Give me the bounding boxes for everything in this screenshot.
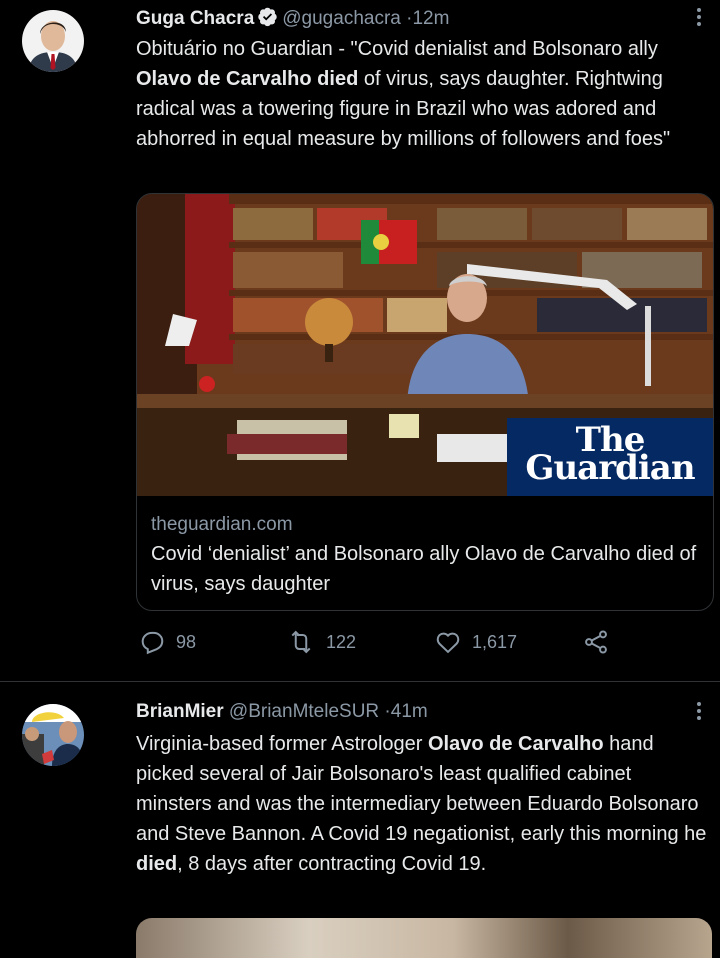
tweet-header: BrianMier @BrianMteleSUR ·41m xyxy=(136,700,428,724)
retweet-icon xyxy=(291,630,311,654)
tweet-text-part: , 8 days after contracting Covid 19. xyxy=(177,853,487,875)
guardian-logo: The Guardian xyxy=(507,418,713,496)
tweet-text-part: Obituário no Guardian - "Covid denialist… xyxy=(136,38,658,60)
like-icon xyxy=(436,632,460,654)
reply-count: 98 xyxy=(176,631,197,652)
tweet-text-bold: died xyxy=(136,853,178,875)
tweet[interactable]: BrianMier @BrianMteleSUR ·41m Virginia-b… xyxy=(0,684,720,940)
card-domain: theguardian.com xyxy=(151,514,293,535)
tweet-text-bold: Olavo de Carvalho xyxy=(428,733,604,755)
timestamp[interactable]: 41m xyxy=(391,701,428,722)
tweet-text-part: Virginia-based former Astrologer xyxy=(136,733,428,755)
tweet-text: Virginia-based former Astrologer Olavo d… xyxy=(136,729,708,879)
tweet-header: Guga Chacra @gugachacra ·12m xyxy=(136,6,449,34)
display-name[interactable]: BrianMier xyxy=(136,701,224,722)
more-icon[interactable] xyxy=(696,702,702,723)
avatar[interactable] xyxy=(22,704,84,766)
display-name[interactable]: Guga Chacra xyxy=(136,8,254,29)
timestamp[interactable]: 12m xyxy=(412,8,449,29)
share-icon xyxy=(585,630,607,654)
tweet-divider xyxy=(0,681,720,682)
like-button[interactable]: 1,617 xyxy=(434,628,517,656)
reply-icon xyxy=(141,631,164,655)
action-bar: 98 122 1,617 xyxy=(136,628,696,664)
tweet[interactable]: Guga Chacra @gugachacra ·12m Obituário no… xyxy=(0,0,720,680)
more-icon[interactable] xyxy=(696,8,702,29)
tweet-text: Obituário no Guardian - "Covid denialist… xyxy=(136,34,708,154)
card-title: Covid ‘denialist’ and Bolsonaro ally Ola… xyxy=(151,543,697,595)
user-handle[interactable]: @BrianMteleSUR xyxy=(229,701,379,722)
link-card[interactable]: The Guardian theguardian.com Covid ‘deni… xyxy=(136,193,714,611)
logo-line: Guardian xyxy=(525,448,695,488)
retweet-count: 122 xyxy=(326,631,357,652)
retweet-button[interactable]: 122 xyxy=(286,628,356,656)
like-count: 1,617 xyxy=(472,631,518,652)
user-handle[interactable]: @gugachacra xyxy=(282,8,401,29)
verified-badge-icon xyxy=(257,6,278,34)
avatar[interactable] xyxy=(22,10,84,72)
reply-button[interactable]: 98 xyxy=(138,628,196,656)
share-button[interactable] xyxy=(582,628,620,656)
media-image[interactable] xyxy=(136,918,712,958)
tweet-text-bold: Olavo de Carvalho died xyxy=(136,68,359,90)
